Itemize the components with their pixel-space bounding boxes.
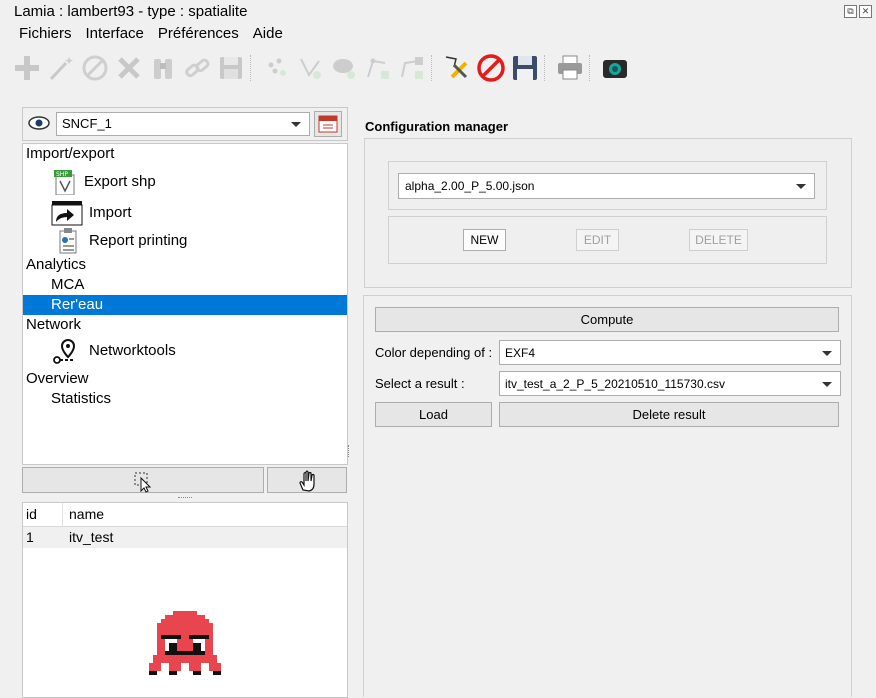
window-controls: ⧉ ✕ xyxy=(844,5,872,18)
tree-item-report-printing[interactable]: Report printing xyxy=(23,228,347,254)
calendar-icon xyxy=(318,115,338,133)
svg-text:SHP: SHP xyxy=(56,171,68,178)
tree-group-import-export[interactable]: Import/export xyxy=(23,144,350,164)
menu-bar: Fichiers Interface Préférences Aide xyxy=(12,24,290,44)
chevron-down-icon xyxy=(822,381,832,387)
select-result-label: Select a result : xyxy=(375,376,465,391)
eye-icon[interactable] xyxy=(27,113,51,133)
tree-item-import[interactable]: Import xyxy=(23,200,347,226)
toolbar-separator xyxy=(544,55,551,81)
chevron-down-icon xyxy=(796,184,806,189)
table-cell-name: itv_test xyxy=(69,529,114,545)
edit-tools-icon[interactable] xyxy=(440,51,474,85)
menu-preferences[interactable]: Préférences xyxy=(151,24,246,44)
close-button[interactable]: ✕ xyxy=(859,5,872,18)
layer-combo[interactable]: SNCF_1 xyxy=(56,112,310,136)
menu-aide[interactable]: Aide xyxy=(246,24,290,44)
points-icon[interactable] xyxy=(259,51,293,85)
add-icon[interactable] xyxy=(10,51,44,85)
toolbar-separator xyxy=(250,55,257,81)
delete-result-button[interactable]: Delete result xyxy=(499,402,839,427)
pan-tool-button[interactable] xyxy=(267,467,347,493)
network-pin-icon xyxy=(53,338,76,364)
compute-button[interactable]: Compute xyxy=(375,307,839,332)
report-icon xyxy=(59,228,77,254)
color-depending-value: EXF4 xyxy=(505,346,536,360)
select-cursor-icon xyxy=(134,472,152,493)
node-add-icon[interactable] xyxy=(293,51,327,85)
chevron-down-icon xyxy=(291,122,301,127)
shape-add-icon[interactable] xyxy=(327,51,361,85)
tree-group-overview[interactable]: Overview xyxy=(23,369,350,389)
column-header-id[interactable]: id xyxy=(23,503,63,526)
table-cell-id: 1 xyxy=(26,529,34,545)
table-header: id name xyxy=(23,503,347,527)
color-depending-label: Color depending of : xyxy=(375,345,493,360)
octopus-mascot-icon xyxy=(149,611,221,675)
magic-wand-icon[interactable]: ✦ xyxy=(44,51,78,85)
load-button[interactable]: Load xyxy=(375,402,492,427)
camera-icon[interactable] xyxy=(598,51,632,85)
tree-item-mca[interactable]: MCA xyxy=(23,275,375,295)
binoculars-icon[interactable] xyxy=(146,51,180,85)
results-table: id name 1 itv_test xyxy=(22,502,348,698)
hand-icon xyxy=(299,470,315,492)
config-manager-title: Configuration manager xyxy=(365,119,509,134)
config-file-value: alpha_2.00_P_5.00.json xyxy=(405,179,535,193)
network-add-icon[interactable] xyxy=(395,51,429,85)
chevron-down-icon xyxy=(822,350,832,356)
layer-combo-value: SNCF_1 xyxy=(62,116,112,131)
splitter-handle[interactable] xyxy=(348,445,351,457)
save-icon[interactable] xyxy=(508,51,542,85)
edit-config-button[interactable]: EDIT xyxy=(576,229,619,251)
cancel-circle-icon[interactable] xyxy=(78,51,112,85)
select-result-value: itv_test_a_2_P_5_20210510_115730.csv xyxy=(505,377,725,391)
menu-interface[interactable]: Interface xyxy=(79,24,151,44)
splitter-handle-horizontal[interactable] xyxy=(178,497,192,500)
table-row[interactable]: 1 itv_test xyxy=(23,527,347,548)
new-config-button[interactable]: NEW xyxy=(463,229,506,251)
import-arrow-icon xyxy=(51,201,83,226)
select-tool-button[interactable] xyxy=(22,467,264,493)
config-file-combo[interactable]: alpha_2.00_P_5.00.json xyxy=(398,173,815,199)
tree-group-analytics[interactable]: Analytics xyxy=(23,255,350,275)
tree-item-rereau[interactable]: Rer'eau xyxy=(23,295,347,315)
restore-button[interactable]: ⧉ xyxy=(844,5,857,18)
save-disabled-icon[interactable] xyxy=(214,51,248,85)
toolbar: ✦ xyxy=(10,50,632,86)
column-header-name[interactable]: name xyxy=(65,503,104,526)
delete-config-button[interactable]: DELETE xyxy=(689,229,748,251)
link-icon[interactable] xyxy=(180,51,214,85)
tree-item-export-shp[interactable]: SHP Export shp xyxy=(23,169,377,195)
tree-item-networktools[interactable]: Networktools xyxy=(23,338,347,364)
menu-fichiers[interactable]: Fichiers xyxy=(12,24,79,44)
print-icon[interactable] xyxy=(553,51,587,85)
color-depending-combo[interactable]: EXF4 xyxy=(499,340,841,365)
calendar-button[interactable] xyxy=(314,111,342,137)
shp-export-icon: SHP xyxy=(54,170,75,195)
svg-text:✦: ✦ xyxy=(64,54,74,68)
delete-x-icon[interactable] xyxy=(112,51,146,85)
tool-tree: Import/export SHP Export shp Import Repo… xyxy=(22,143,348,465)
line-add-icon[interactable] xyxy=(361,51,395,85)
select-result-combo[interactable]: itv_test_a_2_P_5_20210510_115730.csv xyxy=(499,371,841,396)
toolbar-separator xyxy=(589,55,596,81)
stop-icon[interactable] xyxy=(474,51,508,85)
tree-item-statistics[interactable]: Statistics xyxy=(23,389,375,409)
tree-group-network[interactable]: Network xyxy=(23,315,350,335)
window-title: Lamia : lambert93 - type : spatialite xyxy=(14,3,248,20)
toolbar-separator xyxy=(431,55,438,81)
